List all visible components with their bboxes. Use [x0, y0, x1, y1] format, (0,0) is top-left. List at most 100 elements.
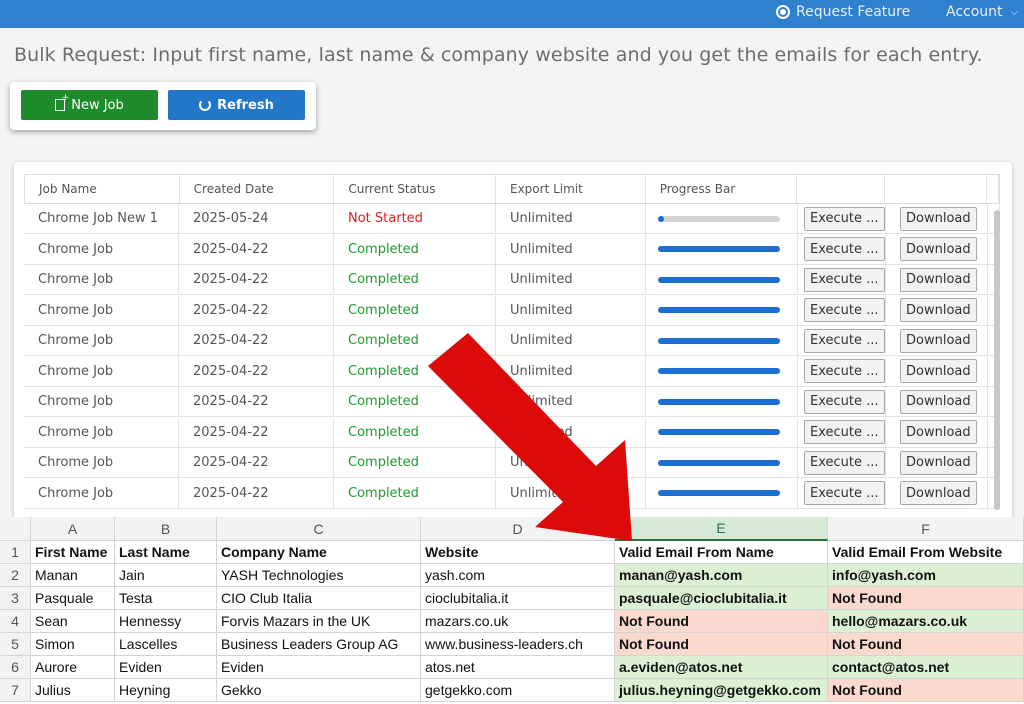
sheet-cell[interactable]: Jain: [115, 564, 217, 587]
sheet-cell[interactable]: Gekko: [217, 679, 421, 702]
sheet-cell[interactable]: julius.heyning@getgekko.com: [615, 679, 828, 702]
sheet-cell[interactable]: manan@yash.com: [615, 564, 828, 587]
sheet-cell[interactable]: Hennessy: [115, 610, 217, 633]
row-number[interactable]: 1: [0, 541, 31, 564]
row-number[interactable]: 7: [0, 679, 31, 702]
download-button[interactable]: Download: [900, 267, 977, 292]
download-button[interactable]: Download: [900, 481, 977, 505]
sheet-cell[interactable]: Testa: [115, 587, 217, 610]
sheet-cell[interactable]: Not Found: [828, 587, 1024, 610]
sheet-cell[interactable]: Not Found: [828, 633, 1024, 656]
column-header: Progress Bar: [646, 175, 798, 203]
execute-button[interactable]: Execute ...: [804, 206, 885, 231]
sheet-cell[interactable]: YASH Technologies: [217, 564, 421, 587]
download-button[interactable]: Download: [900, 206, 977, 231]
column-letter-a[interactable]: A: [31, 517, 115, 541]
execute-button[interactable]: Execute ...: [804, 450, 885, 475]
download-cell: Download: [886, 417, 988, 447]
column-letter-b[interactable]: B: [115, 517, 217, 541]
sheet-cell[interactable]: CIO Club Italia: [217, 587, 421, 610]
sheet-cell[interactable]: Not Found: [615, 633, 828, 656]
sheet-cell[interactable]: Business Leaders Group AG: [217, 633, 421, 656]
sheet-cell[interactable]: Pasquale: [31, 587, 115, 610]
sheet-cell[interactable]: pasquale@cioclubitalia.it: [615, 587, 828, 610]
sheet-header-cell[interactable]: Website: [421, 541, 615, 564]
sheet-cell[interactable]: Manan: [31, 564, 115, 587]
sheet-cell[interactable]: hello@mazars.co.uk: [828, 610, 1024, 633]
column-letter-c[interactable]: C: [217, 517, 421, 541]
sheet-cell[interactable]: Heyning: [115, 679, 217, 702]
download-button[interactable]: Download: [900, 237, 977, 261]
row-number[interactable]: 6: [0, 656, 31, 679]
refresh-button[interactable]: Refresh: [168, 90, 305, 120]
sheet-cell[interactable]: Not Found: [828, 679, 1024, 702]
progress-fill: [658, 429, 780, 435]
sheet-row: 7 Julius Heyning Gekko getgekko.com julius.he…: [0, 679, 1024, 702]
progress-fill: [658, 276, 780, 283]
row-number[interactable]: 3: [0, 587, 31, 610]
sheet-header-cell[interactable]: Valid Email From Name: [615, 541, 828, 564]
execute-cell: Execute ...: [798, 234, 886, 264]
sheet-header-cell[interactable]: Company Name: [217, 541, 421, 564]
request-feature-link[interactable]: Request Feature: [776, 4, 910, 20]
export-limit: Unlimited: [496, 448, 646, 477]
sheet-cell[interactable]: mazars.co.uk: [421, 610, 615, 633]
sheet-cell[interactable]: Forvis Mazars in the UK: [217, 610, 421, 633]
sheet-row: 5 Simon Lascelles Business Leaders Group AG…: [0, 633, 1024, 656]
export-limit: Unlimited: [496, 387, 646, 416]
progress-bar: [658, 215, 780, 222]
column-letter-f[interactable]: F: [828, 517, 1024, 541]
download-button[interactable]: Download: [900, 450, 977, 475]
column-letter-e[interactable]: E: [615, 517, 828, 541]
execute-button[interactable]: Execute ...: [804, 237, 885, 261]
sheet-cell[interactable]: www.business-leaders.ch: [421, 633, 615, 656]
execute-button[interactable]: Execute ...: [804, 389, 885, 414]
sheet-cell[interactable]: yash.com: [421, 564, 615, 587]
sheet-cell[interactable]: Lascelles: [115, 633, 217, 656]
account-menu[interactable]: Account ⌵: [946, 4, 1018, 20]
sheet-cell[interactable]: Aurore: [31, 656, 115, 679]
execute-cell: Execute ...: [798, 265, 886, 294]
sheet-cell[interactable]: Sean: [31, 610, 115, 633]
sheet-cell[interactable]: contact@atos.net: [828, 656, 1024, 679]
new-job-button[interactable]: New Job: [21, 90, 158, 120]
sheet-header-cell[interactable]: First Name: [31, 541, 115, 564]
row-number[interactable]: 5: [0, 633, 31, 656]
row-number[interactable]: 2: [0, 564, 31, 587]
execute-button[interactable]: Execute ...: [804, 267, 885, 292]
sheet-cell[interactable]: getgekko.com: [421, 679, 615, 702]
download-button[interactable]: Download: [900, 420, 977, 444]
column-letter-d[interactable]: D: [421, 517, 615, 541]
sheet-cell[interactable]: Julius: [31, 679, 115, 702]
download-button[interactable]: Download: [900, 328, 977, 353]
download-button[interactable]: Download: [900, 389, 977, 414]
progress-bar: [658, 246, 780, 252]
execute-button[interactable]: Execute ...: [804, 481, 885, 505]
execute-button[interactable]: Execute ...: [804, 359, 885, 383]
sheet-cell[interactable]: cioclubitalia.it: [421, 587, 615, 610]
sheet-cell[interactable]: Simon: [31, 633, 115, 656]
progress-cell: [646, 417, 798, 447]
vertical-scrollbar[interactable]: [994, 210, 1000, 510]
select-all-corner[interactable]: [0, 517, 31, 541]
sheet-row: 6 Aurore Eviden Eviden atos.net a.eviden@atos…: [0, 656, 1024, 679]
row-number[interactable]: 4: [0, 610, 31, 633]
sheet-header-cell[interactable]: Last Name: [115, 541, 217, 564]
sheet-cell[interactable]: Eviden: [115, 656, 217, 679]
execute-button[interactable]: Execute ...: [804, 298, 885, 322]
created-date: 2025-04-22: [179, 417, 334, 447]
sheet-cell[interactable]: atos.net: [421, 656, 615, 679]
execute-button[interactable]: Execute ...: [804, 420, 885, 444]
progress-bar: [658, 459, 780, 466]
sheet-cell[interactable]: a.eviden@atos.net: [615, 656, 828, 679]
download-button[interactable]: Download: [900, 298, 977, 322]
sheet-cell[interactable]: Not Found: [615, 610, 828, 633]
sheet-header-cell[interactable]: Valid Email From Website: [828, 541, 1024, 564]
download-cell: Download: [886, 265, 988, 294]
sheet-cell[interactable]: info@yash.com: [828, 564, 1024, 587]
download-button[interactable]: Download: [900, 359, 977, 383]
sheet-cell[interactable]: Eviden: [217, 656, 421, 679]
execute-button[interactable]: Execute ...: [804, 328, 885, 353]
progress-cell: [646, 265, 798, 294]
lightbulb-icon: [776, 5, 790, 19]
